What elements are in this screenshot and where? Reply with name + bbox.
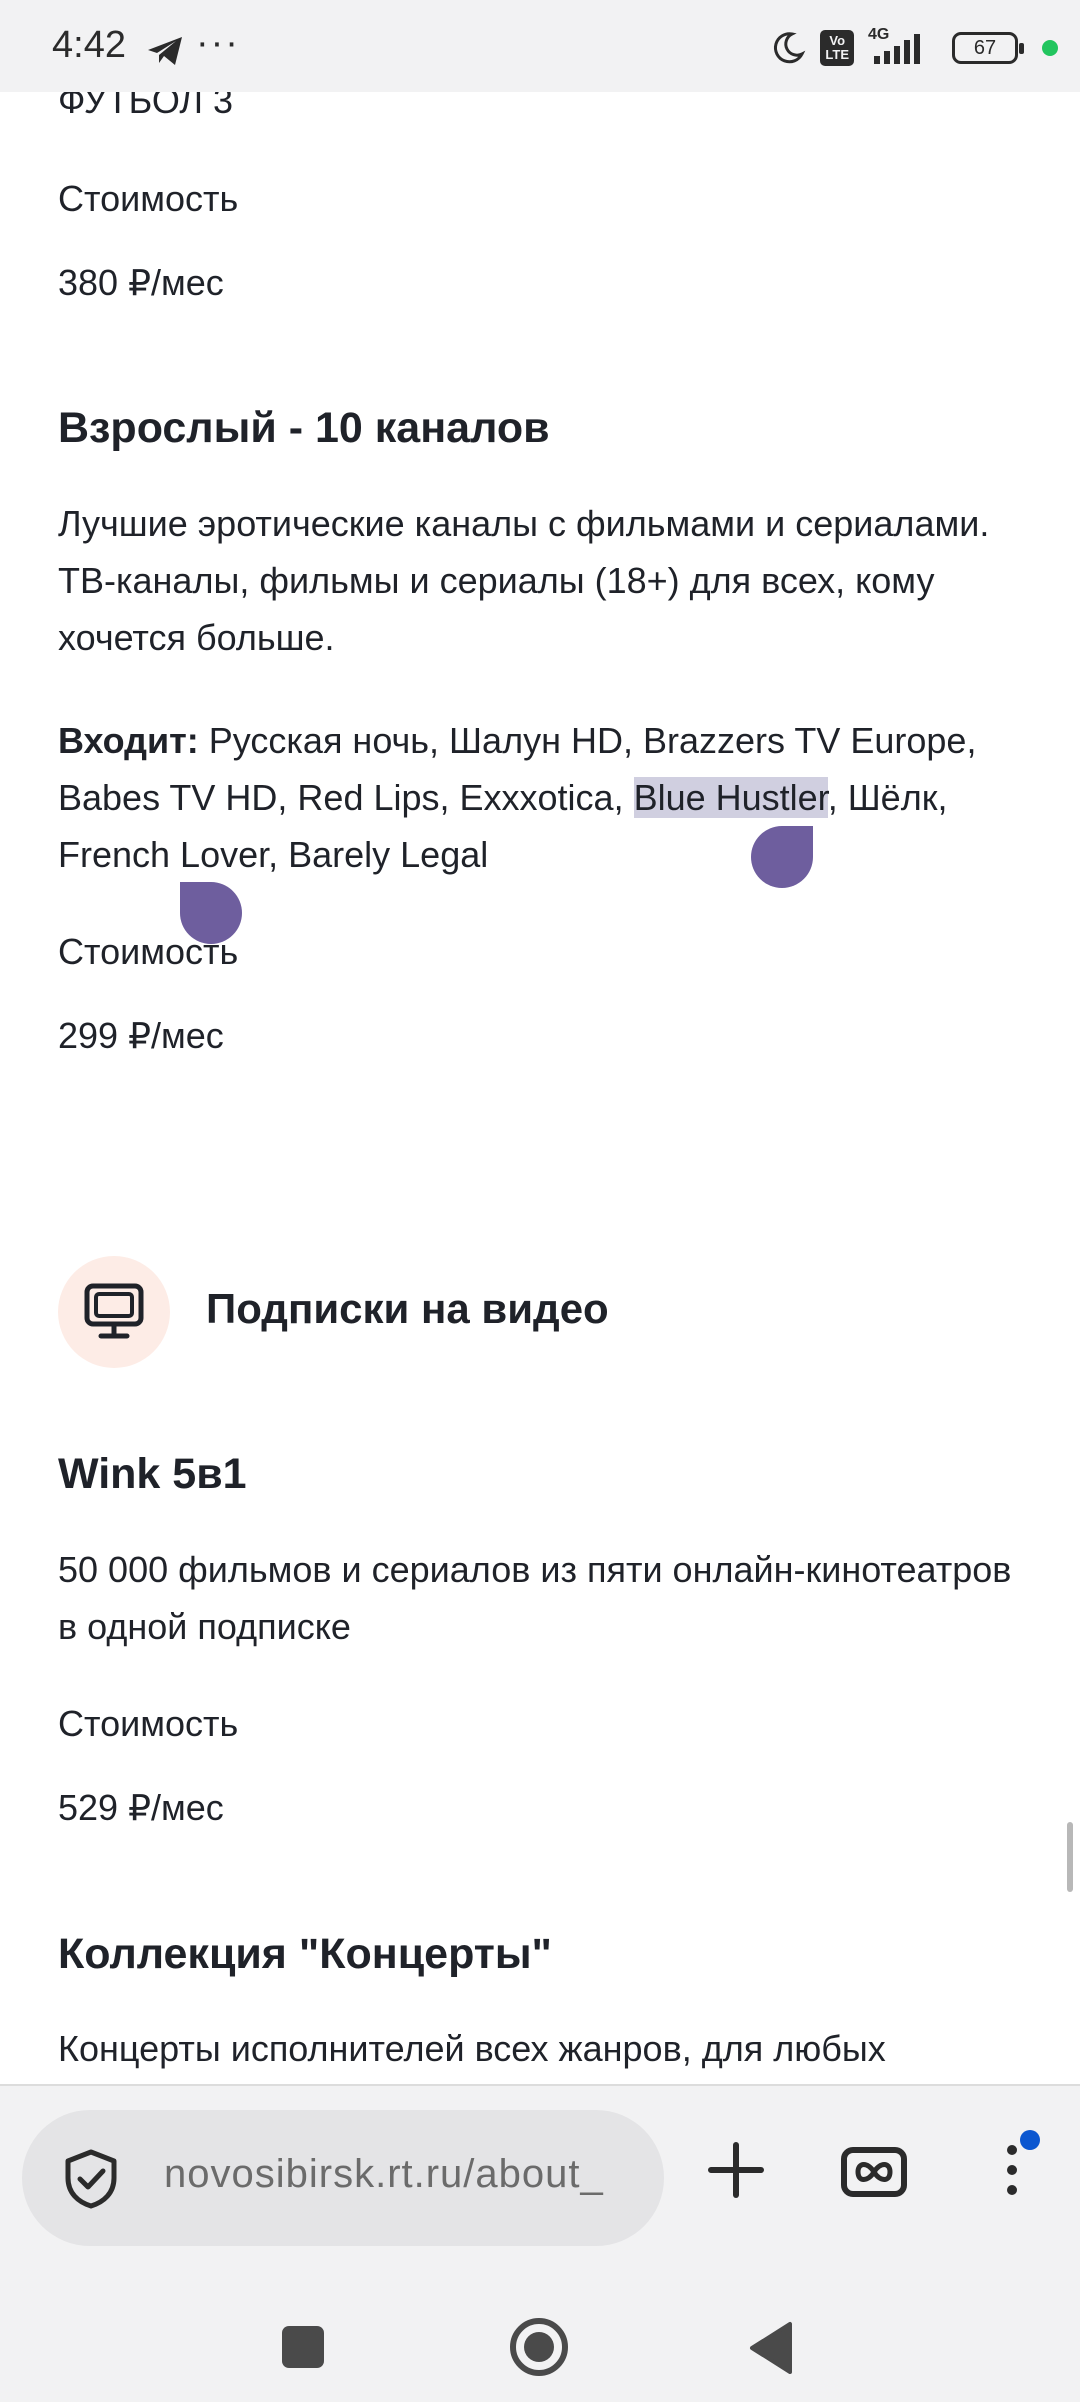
- home-button[interactable]: [508, 2316, 570, 2378]
- wink-cost-label: Стоимость: [58, 1703, 239, 1744]
- back-button[interactable]: [746, 2320, 796, 2376]
- tabs-button[interactable]: [838, 2136, 910, 2208]
- concerts-plan-title: Коллекция "Концерты": [58, 1930, 552, 1978]
- adult-price: 299 ₽/мес: [58, 1015, 224, 1056]
- status-more-dots: ···: [196, 22, 240, 64]
- shield-check-icon[interactable]: [62, 2148, 120, 2210]
- infinity-tabs-icon: [841, 2147, 907, 2197]
- scrollbar-thumb[interactable]: [1067, 1822, 1073, 1892]
- adult-plan-includes[interactable]: Входит: Русская ночь, Шалун HD, Brazzers…: [58, 712, 1038, 883]
- more-vert-icon: [1007, 2130, 1040, 2195]
- recents-button[interactable]: [282, 2326, 324, 2368]
- address-bar[interactable]: novosibirsk.rt.ru/about_: [22, 2110, 664, 2246]
- prev-cost-label: Стоимость: [58, 178, 239, 219]
- adult-plan-description: Лучшие эротические каналы с фильмами и с…: [58, 503, 990, 658]
- adult-plan-title: Взрослый - 10 каналов: [58, 404, 550, 452]
- notification-dot: [1020, 2130, 1040, 2150]
- video-section-icon-bg: [58, 1256, 170, 1368]
- selected-text[interactable]: Blue Hustler: [633, 777, 828, 818]
- monitor-icon: [84, 1283, 144, 1339]
- adult-cost-label: Стоимость: [58, 931, 239, 972]
- includes-label: Входит:: [58, 720, 199, 761]
- signal-4g-icon: 4G: [868, 26, 938, 66]
- status-icons: Vo LTE 4G 67: [770, 26, 1058, 66]
- new-tab-button[interactable]: [700, 2134, 772, 2206]
- battery-icon: 67: [952, 32, 1024, 64]
- more-menu-button[interactable]: [990, 2130, 1040, 2210]
- wink-price: 529 ₽/мес: [58, 1787, 224, 1828]
- plus-icon: [708, 2142, 764, 2198]
- selection-end-handle[interactable]: [751, 826, 813, 888]
- status-time: 4:42: [52, 24, 126, 66]
- url-text[interactable]: novosibirsk.rt.ru/about_: [164, 2152, 654, 2197]
- wink-plan-description: 50 000 фильмов и сериалов из пяти онлайн…: [58, 1549, 1012, 1647]
- prev-price: 380 ₽/мес: [58, 262, 224, 303]
- status-bar: 4:42 ··· Vo LTE 4G 67: [0, 0, 1080, 92]
- privacy-indicator-dot: [1042, 40, 1058, 56]
- system-nav-bar: [0, 2302, 1080, 2402]
- video-section-title: Подписки на видео: [206, 1285, 609, 1332]
- wink-plan-title: Wink 5в1: [58, 1450, 247, 1498]
- moon-icon: [774, 32, 806, 64]
- concerts-plan-description: Концерты исполнителей всех жанров, для л…: [58, 2028, 886, 2069]
- telegram-icon: [148, 37, 182, 65]
- browser-toolbar: novosibirsk.rt.ru/about_: [0, 2084, 1080, 2402]
- volte-icon: Vo LTE: [820, 30, 854, 66]
